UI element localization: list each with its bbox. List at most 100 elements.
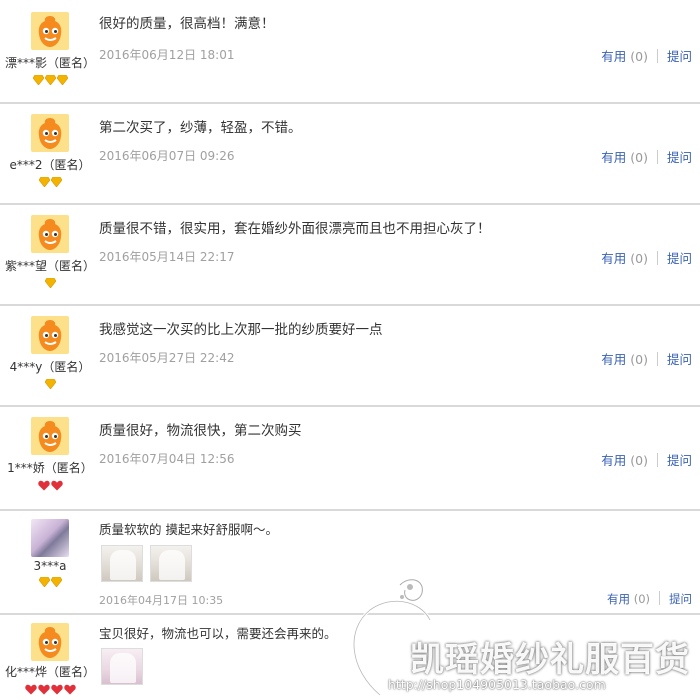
useful-button[interactable]: 有用 (0) [601,352,648,367]
ask-button[interactable]: 提问 [669,592,692,606]
useful-count: (0) [630,150,648,165]
red-heart-icon [37,684,50,695]
reviewer-name: 4***y（匿名） [9,360,91,374]
reviewer-name: 化***烨（匿名） [4,665,95,679]
gold-diamond-icon [50,577,62,587]
watermark-shop-url: http://shop104905013.taobao.com [388,677,606,692]
useful-button[interactable]: 有用 (0) [601,453,648,468]
red-heart-icon [24,684,37,695]
avatar-icon[interactable] [31,215,69,253]
buyer-credit-badges [0,480,100,492]
ask-button[interactable]: 提问 [667,352,692,367]
gold-diamond-icon [44,278,56,288]
gold-diamond-icon [38,577,50,587]
review-date: 2016年05月27日 22:42 [99,351,235,365]
action-divider [659,591,660,605]
reviewer-info: 1***娇（匿名） [0,417,100,492]
review-photo-thumbnail[interactable] [101,648,143,685]
gold-diamond-icon [56,75,68,85]
gold-diamond-icon [38,177,50,187]
avatar-icon[interactable] [31,316,69,354]
review-actions: 有用 (0) 提问 [601,349,692,368]
useful-button[interactable]: 有用 (0) [601,251,648,266]
useful-button[interactable]: 有用 (0) [601,49,648,64]
review-text: 质量软软的 摸起来好舒服啊～。 [99,522,278,537]
useful-count: (0) [633,592,650,606]
useful-label: 有用 [601,49,627,64]
action-divider [656,352,658,366]
review-text: 宝贝很好，物流也可以，需要还会再来的。 [99,626,337,641]
watermark-shop-name: 凯瑶婚纱礼服百货 [410,640,690,680]
reviewer-name: 漂***影（匿名） [4,56,95,70]
gold-diamond-icon [50,177,62,187]
review-item: 4***y（匿名） 我感觉这一次买的比上次那一批的纱质要好一点 2016年05月… [0,306,700,407]
review-text: 质量很好，物流很快，第二次购买 [99,423,302,439]
red-heart-icon [50,480,63,491]
review-actions: 有用 (0) 提问 [601,450,692,469]
buyer-credit-badges [0,177,100,189]
reviewer-name: e***2（匿名） [9,158,91,172]
reviewer-info: 紫***望（匿名） [0,215,100,290]
review-date: 2016年06月12日 18:01 [99,48,235,62]
review-date: 2016年07月04日 12:56 [99,452,235,466]
reviewer-name: 紫***望（匿名） [4,259,95,273]
action-divider [656,453,658,467]
review-text: 质量很不错，很实用，套在婚纱外面很漂亮而且也不用担心灰了！ [99,221,491,237]
red-heart-icon [50,684,63,695]
reviewer-name: 1***娇（匿名） [7,461,93,475]
gold-diamond-icon [32,75,44,85]
buyer-credit-badges [0,75,100,87]
review-photos [101,648,143,685]
useful-count: (0) [630,352,648,367]
ask-button[interactable]: 提问 [667,49,692,64]
reviewer-info: 4***y（匿名） [0,316,100,391]
useful-label: 有用 [601,453,627,468]
review-actions: 有用 (0) 提问 [607,591,692,607]
action-divider [656,49,658,63]
review-date: 2016年04月17日 10:35 [99,594,224,607]
review-date: 2016年05月14日 22:17 [99,250,235,264]
action-divider [656,150,658,164]
ask-button[interactable]: 提问 [667,453,692,468]
review-item: e***2（匿名） 第二次买了，纱薄，轻盈，不错。 2016年06月07日 09… [0,104,700,205]
buyer-credit-badges [0,379,100,391]
review-actions: 有用 (0) 提问 [601,248,692,267]
avatar-icon[interactable] [31,12,69,50]
review-item: 1***娇（匿名） 质量很好，物流很快，第二次购买 2016年07月04日 12… [0,407,700,511]
review-photo-thumbnail[interactable] [150,545,192,582]
gold-diamond-icon [44,75,56,85]
buyer-credit-badges [0,684,100,696]
useful-label: 有用 [601,352,627,367]
useful-button[interactable]: 有用 (0) [607,592,650,606]
ask-button[interactable]: 提问 [667,150,692,165]
buyer-credit-badges [0,577,100,589]
ask-button[interactable]: 提问 [667,251,692,266]
useful-button[interactable]: 有用 (0) [601,150,648,165]
avatar-photo[interactable] [31,519,69,557]
useful-count: (0) [630,453,648,468]
reviewer-info: 漂***影（匿名） [0,12,100,87]
review-item: 紫***望（匿名） 质量很不错，很实用，套在婚纱外面很漂亮而且也不用担心灰了！ … [0,205,700,306]
review-item: 3***a 质量软软的 摸起来好舒服啊～。 2016年04月17日 10:35 … [0,511,700,615]
red-heart-icon [37,480,50,491]
useful-count: (0) [630,251,648,266]
review-item: 漂***影（匿名） 很好的质量，很高档！满意！ 2016年06月12日 18:0… [0,0,700,104]
review-photo-thumbnail[interactable] [101,545,143,582]
review-text: 我感觉这一次买的比上次那一批的纱质要好一点 [99,322,383,338]
useful-label: 有用 [607,592,631,606]
avatar-icon[interactable] [31,114,69,152]
gold-diamond-icon [44,379,56,389]
avatar-icon[interactable] [31,417,69,455]
avatar-icon[interactable] [31,623,69,661]
useful-label: 有用 [601,251,627,266]
review-date: 2016年06月07日 09:26 [99,149,235,163]
review-actions: 有用 (0) 提问 [601,46,692,65]
review-text: 第二次买了，纱薄，轻盈，不错。 [99,120,302,136]
useful-count: (0) [630,49,648,64]
review-actions: 有用 (0) 提问 [601,147,692,166]
reviewer-name: 3***a [33,559,67,573]
buyer-credit-badges [0,278,100,290]
reviewer-info: 3***a [0,519,100,589]
review-photos [101,545,192,582]
reviewer-info: e***2（匿名） [0,114,100,189]
